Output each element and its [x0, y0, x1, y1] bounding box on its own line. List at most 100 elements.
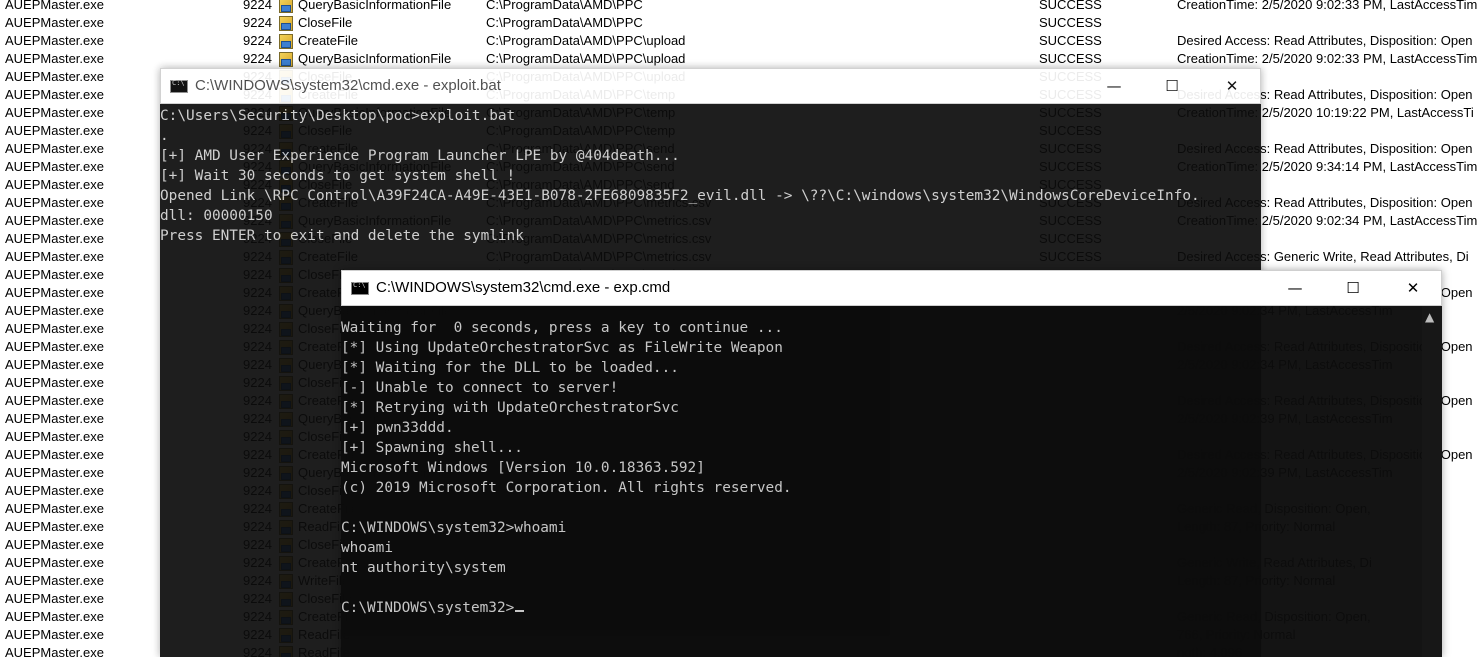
process-name-cell: AUEPMaster.exe [5, 465, 104, 480]
process-name-cell: AUEPMaster.exe [5, 519, 104, 534]
filesystem-operation-icon [279, 52, 293, 67]
process-name-cell: AUEPMaster.exe [5, 195, 104, 210]
process-name-cell: AUEPMaster.exe [5, 33, 104, 48]
process-name-cell: AUEPMaster.exe [5, 573, 104, 588]
close-button[interactable]: ✕ [1209, 69, 1255, 103]
process-name-cell: AUEPMaster.exe [5, 447, 104, 462]
console-line: [*] Waiting for the DLL to be loaded... [341, 358, 1442, 378]
process-name-cell: AUEPMaster.exe [5, 375, 104, 390]
result-cell: SUCCESS [1039, 15, 1102, 30]
text-cursor [515, 610, 525, 612]
console-line: dll: 00000150 [160, 206, 1261, 226]
process-name-cell: AUEPMaster.exe [5, 87, 104, 102]
maximize-button[interactable]: ☐ [1149, 69, 1195, 103]
process-name-cell: AUEPMaster.exe [5, 627, 104, 642]
console-line: [-] Unable to connect to server! [341, 378, 1442, 398]
console-line: Waiting for 0 seconds, press a key to co… [341, 318, 1442, 338]
console-line-text: [+] AMD User Experience Program Launcher… [160, 148, 680, 164]
process-name-cell: AUEPMaster.exe [5, 105, 104, 120]
console-line: C:\Users\Security\Desktop\poc>exploit.ba… [160, 106, 1261, 126]
console-line: [+] Spawning shell... [341, 438, 1442, 458]
console-line: [*] Using UpdateOrchestratorSvc as FileW… [341, 338, 1442, 358]
filesystem-operation-icon [279, 34, 293, 49]
path-cell: C:\ProgramData\AMD\PPC [486, 15, 643, 30]
process-name-cell: AUEPMaster.exe [5, 483, 104, 498]
console-output[interactable]: Waiting for 0 seconds, press a key to co… [341, 306, 1442, 657]
console-line-text: dll: 00000150 [160, 208, 273, 224]
detail-cell: Desired Access: Read Attributes, Disposi… [1177, 33, 1473, 48]
console-line: C:\WINDOWS\system32>whoami [341, 518, 1442, 538]
operation-cell: QueryBasicInformationFile [298, 0, 452, 12]
console-line-text: [+] pwn33ddd. [341, 420, 454, 436]
window-title: C:\WINDOWS\system32\cmd.exe - exploit.ba… [195, 77, 501, 94]
table-row[interactable]: AUEPMaster.exe 9224 CloseFile C:\ProgramDat… [0, 14, 1482, 32]
console-line: Press ENTER to exit and delete the symli… [160, 226, 1261, 246]
console-line: C:\WINDOWS\system32> [341, 598, 1442, 618]
console-line-text: C:\Users\Security\Desktop\poc>exploit.ba… [160, 108, 516, 124]
process-name-cell: AUEPMaster.exe [5, 249, 104, 264]
process-name-cell: AUEPMaster.exe [5, 213, 104, 228]
console-line: Opened Link \RPC Control\A39F24CA-A49E-4… [160, 186, 1261, 206]
detail-cell: CreationTime: 2/5/2020 9:02:33 PM, LastA… [1177, 0, 1478, 12]
table-row[interactable]: AUEPMaster.exe 9224 QueryBasicInformationF… [0, 0, 1482, 14]
process-name-cell: AUEPMaster.exe [5, 321, 104, 336]
title-bar[interactable]: C:\WINDOWS\system32\cmd.exe - exploit.ba… [160, 68, 1261, 104]
process-name-cell: AUEPMaster.exe [5, 123, 104, 138]
process-name-cell: AUEPMaster.exe [5, 339, 104, 354]
process-name-cell: AUEPMaster.exe [5, 411, 104, 426]
console-line: [+] pwn33ddd. [341, 418, 1442, 438]
console-line-text: Microsoft Windows [Version 10.0.18363.59… [341, 460, 705, 476]
scroll-up-arrow-icon[interactable]: ▲ [1425, 310, 1434, 324]
console-line: . [160, 126, 1261, 146]
process-name-cell: AUEPMaster.exe [5, 393, 104, 408]
console-line: [*] Retrying with UpdateOrchestratorSvc [341, 398, 1442, 418]
result-cell: SUCCESS [1039, 51, 1102, 66]
console-line-text: . [160, 128, 169, 144]
filesystem-operation-icon [279, 0, 293, 13]
result-cell: SUCCESS [1039, 0, 1102, 12]
minimize-button[interactable]: — [1272, 271, 1318, 305]
process-name-cell: AUEPMaster.exe [5, 267, 104, 282]
process-name-cell: AUEPMaster.exe [5, 357, 104, 372]
pid-cell: 9224 [243, 15, 272, 30]
console-line: whoami [341, 538, 1442, 558]
close-button[interactable]: ✕ [1390, 271, 1436, 305]
vertical-scrollbar[interactable]: ▲ [1422, 306, 1442, 657]
window-title: C:\WINDOWS\system32\cmd.exe - exp.cmd [376, 279, 671, 296]
process-name-cell: AUEPMaster.exe [5, 537, 104, 552]
console-line-text: Waiting for 0 seconds, press a key to co… [341, 320, 783, 336]
console-line: nt authority\system [341, 558, 1442, 578]
table-row[interactable]: AUEPMaster.exe 9224 CreateFile C:\ProgramDa… [0, 32, 1482, 50]
process-name-cell: AUEPMaster.exe [5, 177, 104, 192]
filesystem-operation-icon [279, 16, 293, 31]
maximize-button[interactable]: ☐ [1330, 271, 1376, 305]
console-line-text: C:\WINDOWS\system32> [341, 600, 515, 616]
process-name-cell: AUEPMaster.exe [5, 231, 104, 246]
cmd-window-exp[interactable]: C:\WINDOWS\system32\cmd.exe - exp.cmd — … [341, 270, 1442, 657]
process-name-cell: AUEPMaster.exe [5, 15, 104, 30]
process-name-cell: AUEPMaster.exe [5, 501, 104, 516]
file-icon [279, 52, 293, 67]
title-bar[interactable]: C:\WINDOWS\system32\cmd.exe - exp.cmd — … [341, 270, 1442, 306]
operation-cell: CreateFile [298, 33, 358, 48]
pid-cell: 9224 [243, 51, 272, 66]
process-name-cell: AUEPMaster.exe [5, 159, 104, 174]
file-icon [279, 16, 293, 31]
path-cell: C:\ProgramData\AMD\PPC [486, 0, 643, 12]
process-name-cell: AUEPMaster.exe [5, 51, 104, 66]
console-line: [+] AMD User Experience Program Launcher… [160, 146, 1261, 166]
console-line: Microsoft Windows [Version 10.0.18363.59… [341, 458, 1442, 478]
console-line-text: [*] Retrying with UpdateOrchestratorSvc [341, 400, 679, 416]
cmd-icon [351, 281, 369, 295]
path-cell: C:\ProgramData\AMD\PPC\upload [486, 33, 686, 48]
pid-cell: 9224 [243, 33, 272, 48]
console-line-text: [*] Using UpdateOrchestratorSvc as FileW… [341, 340, 783, 356]
minimize-button[interactable]: — [1091, 69, 1137, 103]
operation-cell: CloseFile [298, 15, 353, 30]
table-row[interactable]: AUEPMaster.exe 9224 QueryBasicInformationF… [0, 50, 1482, 68]
console-line-text: Press ENTER to exit and delete the symli… [160, 228, 524, 244]
pid-cell: 9224 [243, 0, 272, 12]
process-name-cell: AUEPMaster.exe [5, 69, 104, 84]
